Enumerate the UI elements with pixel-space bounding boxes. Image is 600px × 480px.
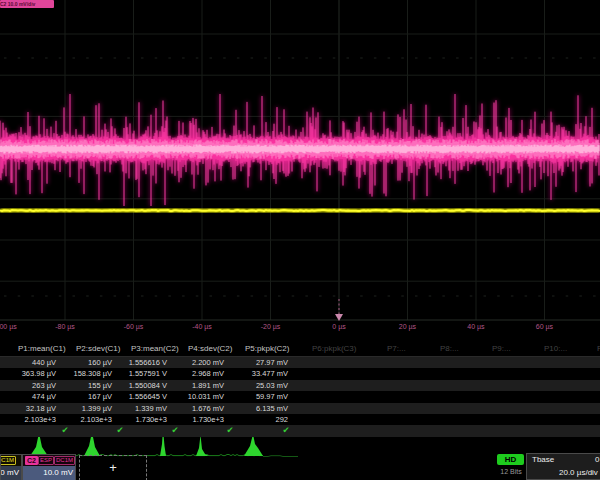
status-check-icon: ✔ <box>224 425 236 436</box>
timebase-label: Tbase <box>532 455 554 464</box>
table-cell: 2.200 mV <box>162 357 224 368</box>
status-check-icon: ✔ <box>114 425 126 436</box>
table-cell: 474 µV <box>0 391 56 402</box>
channel1-trace <box>0 210 600 211</box>
table-cell: 155 µV <box>50 380 112 391</box>
table-header-2[interactable]: P2:sdev(C1) <box>76 343 120 355</box>
table-cell: 158.308 µV <box>50 368 112 379</box>
table-cell: 263 µV <box>0 380 56 391</box>
table-cell: 2.103e+3 <box>0 414 56 425</box>
table-cell: 1.676 mV <box>162 403 224 414</box>
table-header-inactive[interactable]: P9:... <box>492 343 511 355</box>
table-header-inactive[interactable]: P7:... <box>387 343 406 355</box>
table-cell: 25.03 mV <box>226 380 288 391</box>
table-cell: 59.97 mV <box>226 391 288 402</box>
status-check-icon: ✔ <box>280 425 292 436</box>
table-cell: 292 <box>226 414 288 425</box>
time-axis-label: -20 µs <box>251 322 291 332</box>
table-row-stripe <box>0 425 600 436</box>
timebase-scale: 20.0 µs/div <box>559 468 598 477</box>
table-cell: 1.550084 V <box>105 380 167 391</box>
table-header-5[interactable]: P5:pkpk(C2) <box>245 343 289 355</box>
table-cell: 10.031 mV <box>162 391 224 402</box>
table-cell: 1.891 mV <box>162 380 224 391</box>
timebase-delay: 0 s <box>595 455 600 464</box>
channel2-badges: C2 ESP DC1M <box>23 455 75 466</box>
time-axis-label: -100 µs <box>0 322 25 332</box>
trace-annotation-label[interactable]: C2 10.0 mV/div <box>0 0 54 8</box>
table-cell: 33.477 mV <box>226 368 288 379</box>
timebase-descriptor-box[interactable]: Tbase 0 s 20.0 µs/div <box>526 453 600 480</box>
table-cell: 1.557591 V <box>105 368 167 379</box>
table-cell: 6.135 mV <box>226 403 288 414</box>
table-cell: 1.339 mV <box>105 403 167 414</box>
c2-coupling-badge: DC1M <box>54 456 75 465</box>
channel2-scale: 10.0 mV <box>23 466 75 480</box>
table-header-3[interactable]: P3:mean(C2) <box>131 343 179 355</box>
channel1-scale: 10.0 mV <box>1 466 21 480</box>
table-header-inactive[interactable]: P6:pkpk(C3) <box>312 343 356 355</box>
channel2-descriptor-box[interactable]: C2 ESP DC1M 10.0 mV <box>22 454 76 480</box>
channel1-descriptor-box[interactable]: DC1M 10.0 mV <box>0 454 22 480</box>
time-axis-label: 40 µs <box>456 322 496 332</box>
table-cell: 1.399 µV <box>50 403 112 414</box>
c1-coupling-badge: DC1M <box>0 456 16 465</box>
time-axis-label: 60 µs <box>525 322 565 332</box>
c2-name-badge: C2 <box>25 456 38 465</box>
table-header-4[interactable]: P4:sdev(C2) <box>188 343 232 355</box>
table-cell: 2.968 mV <box>162 368 224 379</box>
time-axis-label: -60 µs <box>114 322 154 332</box>
table-cell: 440 µV <box>0 357 56 368</box>
table-cell: 167 µV <box>50 391 112 402</box>
table-cell: 1.730e+3 <box>105 414 167 425</box>
table-header-1[interactable]: P1:mean(C1) <box>18 343 66 355</box>
add-trace-button[interactable]: + <box>79 455 147 480</box>
measurement-table: P1:mean(C1) P2:sdev(C1) P3:mean(C2) P4:sdev… <box>0 343 600 437</box>
table-cell: 160 µV <box>50 357 112 368</box>
time-axis-label: -80 µs <box>45 322 85 332</box>
table-cell: 363.98 µV <box>0 368 56 379</box>
channel2-trace <box>0 94 599 206</box>
hd-mode-badge[interactable]: HD <box>497 454 524 465</box>
status-check-icon: ✔ <box>169 425 181 436</box>
table-cell: 1.556645 V <box>105 391 167 402</box>
time-axis-label: 0 µs <box>319 322 359 332</box>
oscilloscope-screen: C2 10.0 mV/div -100 µs -80 µs -60 µs -40 µs… <box>0 0 600 480</box>
table-header-inactive[interactable]: P8:... <box>440 343 459 355</box>
adc-bits-label: 12 Bits <box>492 468 530 475</box>
time-axis-label: 20 µs <box>388 322 428 332</box>
c2-esp-badge: ESP <box>38 456 54 465</box>
table-cell: 2.103e+3 <box>50 414 112 425</box>
table-cell: 27.97 mV <box>226 357 288 368</box>
table-header-inactive[interactable]: P10:... <box>544 343 567 355</box>
time-axis-label: -40 µs <box>182 322 222 332</box>
channel1-badges: DC1M <box>1 455 21 466</box>
table-cell: 1.556616 V <box>105 357 167 368</box>
table-cell: 32.18 µV <box>0 403 56 414</box>
status-check-icon: ✔ <box>59 425 71 436</box>
table-cell: 1.730e+3 <box>162 414 224 425</box>
